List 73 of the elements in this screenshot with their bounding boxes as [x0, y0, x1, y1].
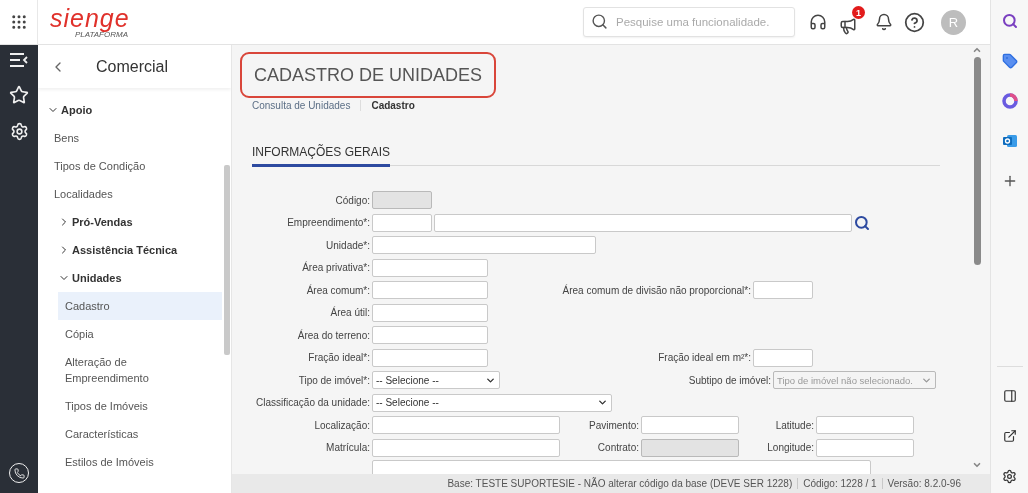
- sidebar-group[interactable]: Pró-Vendas: [38, 208, 222, 236]
- field-label: Fração ideal em m²*:: [658, 352, 751, 363]
- field-label: Fração ideal*:: [308, 352, 370, 363]
- sidebar-item[interactable]: Cadastro: [58, 292, 222, 320]
- field-label: Classificação da unidade:: [256, 397, 370, 408]
- sidebar-group[interactable]: Apoio: [38, 96, 222, 124]
- star-icon[interactable]: [9, 85, 29, 105]
- status-text: Base: TESTE SUPORTESIE - NÃO alterar código da base (DEVE SER 1228): [446, 478, 794, 489]
- settings-icon[interactable]: [9, 122, 29, 141]
- text-field[interactable]: [372, 236, 596, 254]
- sidebar-item[interactable]: Estilos de Imóveis: [58, 448, 222, 476]
- field-label: Área comum*:: [306, 284, 370, 296]
- field-label: Longitude:: [767, 442, 814, 453]
- scroll-down-icon[interactable]: [972, 460, 982, 470]
- sidebar-item[interactable]: Bens: [47, 124, 222, 152]
- select-field[interactable]: -- Selecione --: [372, 393, 612, 412]
- text-field[interactable]: [372, 416, 560, 434]
- sidebar-item[interactable]: Tipos de Imóveis: [58, 392, 222, 420]
- text-field[interactable]: [434, 213, 852, 232]
- field-label: Localização:: [314, 419, 370, 431]
- announcements-button[interactable]: 1: [837, 6, 865, 38]
- text-field[interactable]: [753, 348, 813, 367]
- sidebar-item[interactable]: Alteração de Empreendimento: [58, 348, 222, 392]
- section-title: INFORMAÇÕES GERAIS: [252, 145, 391, 167]
- search-icon: [591, 13, 608, 30]
- breadcrumb-link[interactable]: Consulta de Unidades: [252, 99, 351, 111]
- search-icon[interactable]: [854, 214, 870, 231]
- sidebar-group[interactable]: Assistência Técnica: [38, 236, 222, 264]
- logo: sienge PLATAFORMA: [50, 5, 130, 39]
- field-label: Área do terreno:: [297, 329, 370, 341]
- text-field[interactable]: [816, 438, 914, 457]
- field-label: Unidade*:: [326, 239, 370, 251]
- notification-badge: 1: [852, 6, 865, 19]
- field-label: Contrato:: [597, 442, 639, 453]
- field-label: Área privativa*:: [302, 262, 370, 273]
- megaphone-icon: [839, 17, 857, 35]
- select-field[interactable]: -- Selecione --: [372, 371, 500, 389]
- scroll-up-icon[interactable]: [972, 45, 982, 55]
- text-field[interactable]: [372, 281, 488, 299]
- field-label: Matrícula:: [326, 442, 370, 453]
- chevron-down-icon: [597, 397, 608, 408]
- text-field[interactable]: [816, 416, 914, 434]
- search-field[interactable]: Pesquise uma funcionalidade.: [583, 7, 795, 37]
- sidebar-item[interactable]: Cópia: [58, 320, 222, 348]
- breadcrumb-current[interactable]: Cadastro: [360, 99, 415, 111]
- field-label: Latitude:: [775, 419, 814, 431]
- field-label: Área útil:: [330, 307, 370, 318]
- text-field[interactable]: [372, 438, 560, 457]
- page-title: CADASTRO DE UNIDADES: [240, 52, 497, 98]
- status-text: Código: 1228 / 1: [797, 478, 882, 489]
- scrollbar[interactable]: [224, 165, 230, 355]
- sidebar-item[interactable]: Características: [58, 420, 222, 448]
- collapse-menu-icon[interactable]: [9, 52, 29, 68]
- field-label: Área comum de divisão não proporcional*:: [562, 284, 751, 296]
- text-field[interactable]: [641, 416, 739, 434]
- sidebar-group[interactable]: Unidades: [38, 264, 222, 292]
- field-label: Empreendimento*:: [287, 217, 370, 228]
- scrollbar[interactable]: [973, 57, 981, 265]
- field-label: Código:: [335, 194, 370, 206]
- text-field[interactable]: [372, 213, 432, 232]
- text-field[interactable]: [372, 326, 488, 344]
- sidebar-item[interactable]: Localidades: [47, 180, 222, 208]
- field-label: Tipo de imóvel*:: [298, 374, 370, 386]
- sidebar-item[interactable]: Tipos de Condição: [47, 152, 222, 180]
- text-field[interactable]: [372, 303, 488, 322]
- field-label: Subtipo de imóvel:: [688, 374, 771, 386]
- help-icon[interactable]: [903, 11, 925, 33]
- text-field[interactable]: [372, 348, 488, 367]
- text-field[interactable]: [753, 281, 813, 299]
- field-label: Pavimento:: [588, 419, 639, 431]
- sidebar-title: Comercial: [96, 57, 168, 76]
- status-text: Versão: 8.2.0-96: [881, 478, 966, 489]
- text-field[interactable]: [372, 258, 488, 277]
